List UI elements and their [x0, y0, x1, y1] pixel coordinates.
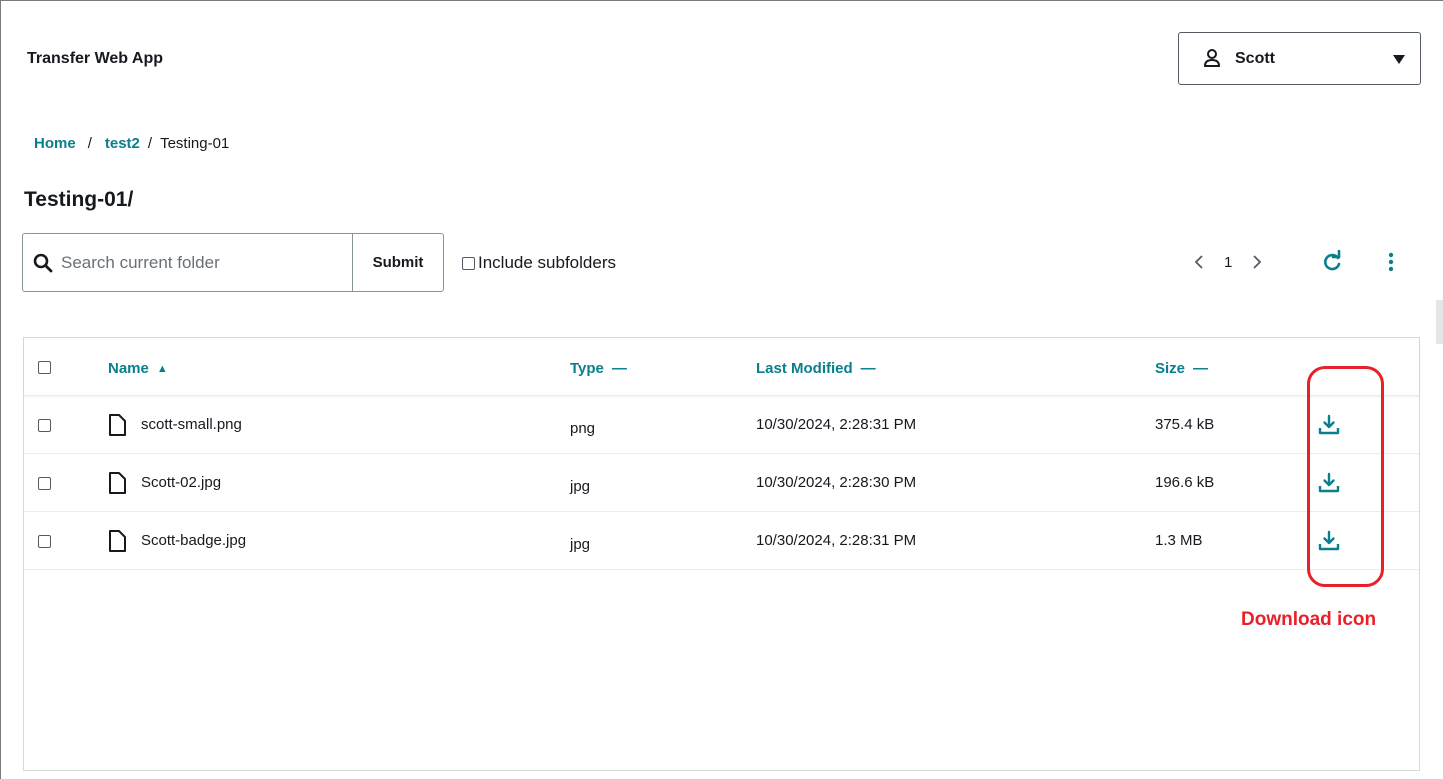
user-name: Scott — [1235, 49, 1275, 67]
annotation-highlight-box — [1307, 366, 1384, 587]
file-last-modified: 10/30/2024, 2:28:31 PM — [756, 532, 917, 549]
table-row[interactable]: scott-small.png png 10/30/2024, 2:28:31 … — [24, 396, 1419, 454]
select-all-checkbox[interactable] — [38, 361, 51, 374]
page-title: Testing-01/ — [24, 188, 134, 211]
breadcrumb-test2[interactable]: test2 — [105, 135, 140, 152]
column-header-size[interactable]: Size — — [1155, 360, 1208, 377]
file-last-modified: 10/30/2024, 2:28:31 PM — [756, 416, 917, 433]
breadcrumb-home[interactable]: Home — [34, 135, 76, 152]
scrollbar-fragment — [1436, 300, 1443, 344]
column-label: Type — [570, 360, 604, 377]
file-last-modified: 10/30/2024, 2:28:30 PM — [756, 474, 917, 491]
file-icon — [109, 472, 126, 494]
file-name[interactable]: scott-small.png — [141, 416, 242, 433]
submit-button[interactable]: Submit — [352, 233, 444, 292]
file-name[interactable]: Scott-02.jpg — [141, 474, 221, 491]
sort-none-icon: — — [860, 360, 876, 377]
include-subfolders-checkbox[interactable] — [462, 256, 475, 270]
sort-none-icon: — — [611, 360, 627, 377]
row-checkbox[interactable] — [38, 477, 51, 490]
file-size: 1.3 MB — [1155, 532, 1203, 549]
file-icon — [109, 530, 126, 552]
current-page-number[interactable]: 1 — [1224, 254, 1232, 271]
table-row[interactable]: Scott-badge.jpg jpg 10/30/2024, 2:28:31 … — [24, 512, 1419, 570]
column-label: Size — [1155, 360, 1186, 377]
kebab-menu-icon[interactable] — [1385, 251, 1397, 275]
file-type: png — [570, 420, 596, 437]
refresh-icon[interactable] — [1321, 250, 1343, 274]
breadcrumb: Home / test2 / Testing-01 — [34, 135, 229, 152]
search-input[interactable] — [61, 252, 341, 273]
annotation-label: Download icon — [1241, 609, 1377, 630]
file-type: jpg — [570, 536, 591, 553]
pagination: 1 — [1190, 252, 1266, 272]
include-subfolders-option[interactable]: Include subfolders — [462, 253, 616, 273]
column-header-last-modified[interactable]: Last Modified — — [756, 360, 876, 377]
file-size: 196.6 kB — [1155, 474, 1215, 491]
user-icon — [1203, 48, 1221, 67]
previous-page-button[interactable] — [1190, 252, 1208, 272]
app-title: Transfer Web App — [27, 50, 164, 67]
file-name[interactable]: Scott-badge.jpg — [141, 532, 246, 549]
row-checkbox[interactable] — [38, 535, 51, 548]
column-label: Last Modified — [756, 360, 853, 377]
file-type: jpg — [570, 478, 591, 495]
search-box — [22, 233, 353, 292]
user-menu-dropdown[interactable]: Scott — [1178, 32, 1421, 85]
table-header: Name ▲ Type — Last Modified — Size — — [24, 338, 1419, 396]
search-icon — [33, 253, 53, 272]
column-label: Name — [108, 360, 149, 377]
caret-down-icon — [1393, 54, 1405, 64]
table-row[interactable]: Scott-02.jpg jpg 10/30/2024, 2:28:30 PM … — [24, 454, 1419, 512]
file-size: 375.4 kB — [1155, 416, 1215, 433]
sort-ascending-icon: ▲ — [156, 362, 168, 375]
breadcrumb-separator: / — [87, 135, 92, 152]
chevron-right-icon — [1253, 255, 1262, 269]
file-icon — [109, 414, 126, 436]
files-table: Name ▲ Type — Last Modified — Size — sco… — [23, 337, 1420, 771]
chevron-left-icon — [1194, 255, 1203, 269]
include-subfolders-label: Include subfolders — [478, 253, 616, 272]
column-header-type[interactable]: Type — — [570, 360, 627, 377]
sort-none-icon: — — [1193, 360, 1209, 377]
breadcrumb-current: Testing-01 — [160, 135, 230, 152]
next-page-button[interactable] — [1248, 252, 1266, 272]
column-header-name[interactable]: Name ▲ — [108, 360, 168, 377]
breadcrumb-separator: / — [147, 135, 153, 152]
row-checkbox[interactable] — [38, 419, 51, 432]
